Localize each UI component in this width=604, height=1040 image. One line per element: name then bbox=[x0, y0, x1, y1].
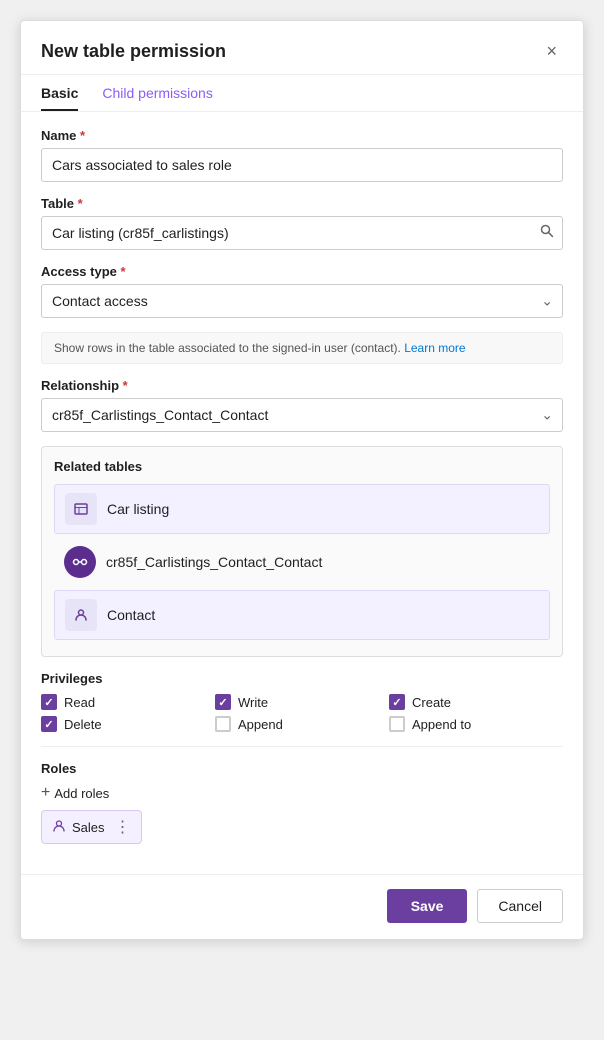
add-roles-plus-icon: + bbox=[41, 784, 50, 802]
append-to-checkbox[interactable] bbox=[389, 716, 405, 732]
add-roles-button[interactable]: + Add roles bbox=[41, 784, 109, 802]
contact-icon bbox=[65, 599, 97, 631]
privilege-read: Read bbox=[41, 694, 215, 710]
relationship-select-wrapper: cr85f_Carlistings_Contact_Contact ⌄ bbox=[41, 398, 563, 432]
related-tables-box: Related tables Car listing bbox=[41, 446, 563, 657]
tab-bar: Basic Child permissions bbox=[21, 75, 583, 112]
cancel-button[interactable]: Cancel bbox=[477, 889, 563, 923]
modal-footer: Save Cancel bbox=[21, 874, 583, 939]
name-input[interactable] bbox=[41, 148, 563, 182]
related-table-contact: Contact bbox=[54, 590, 550, 640]
relationship-table-label: cr85f_Carlistings_Contact_Contact bbox=[106, 554, 322, 570]
read-label: Read bbox=[64, 695, 95, 710]
name-required: * bbox=[80, 128, 85, 143]
access-type-required: * bbox=[121, 264, 126, 279]
modal-body: Name * Table * bbox=[21, 112, 583, 874]
save-button[interactable]: Save bbox=[387, 889, 468, 923]
access-type-label: Access type * bbox=[41, 264, 563, 279]
privileges-grid: Read Write Create Delete Append bbox=[41, 694, 563, 732]
relationship-required: * bbox=[123, 378, 128, 393]
roles-section: Roles + Add roles Sales ⋮ bbox=[41, 761, 563, 844]
car-listing-table-icon bbox=[65, 493, 97, 525]
car-listing-label: Car listing bbox=[107, 501, 169, 517]
roles-list: Sales ⋮ bbox=[41, 810, 563, 844]
name-group: Name * bbox=[41, 128, 563, 182]
access-type-info: Show rows in the table associated to the… bbox=[41, 332, 563, 364]
relationship-icon bbox=[64, 546, 96, 578]
role-menu-icon[interactable]: ⋮ bbox=[115, 817, 131, 837]
name-label: Name * bbox=[41, 128, 563, 143]
append-checkbox[interactable] bbox=[215, 716, 231, 732]
modal-header: New table permission × bbox=[21, 21, 583, 75]
modal-title: New table permission bbox=[41, 41, 226, 62]
table-search-icon[interactable] bbox=[539, 223, 555, 243]
privilege-delete: Delete bbox=[41, 716, 215, 732]
delete-checkbox[interactable] bbox=[41, 716, 57, 732]
roles-title: Roles bbox=[41, 761, 563, 776]
role-chip-sales: Sales ⋮ bbox=[41, 810, 142, 844]
table-required: * bbox=[78, 196, 83, 211]
role-person-icon bbox=[52, 819, 66, 836]
privilege-append-to: Append to bbox=[389, 716, 563, 732]
learn-more-link[interactable]: Learn more bbox=[404, 341, 465, 355]
privileges-section: Privileges Read Write Create Delete bbox=[41, 671, 563, 732]
write-checkbox[interactable] bbox=[215, 694, 231, 710]
write-label: Write bbox=[238, 695, 268, 710]
access-type-select-wrapper: Contact access ⌄ bbox=[41, 284, 563, 318]
table-input-wrapper bbox=[41, 216, 563, 250]
table-label: Table * bbox=[41, 196, 563, 211]
access-type-group: Access type * Contact access ⌄ bbox=[41, 264, 563, 318]
delete-label: Delete bbox=[64, 717, 102, 732]
append-label: Append bbox=[238, 717, 283, 732]
related-table-car-listing: Car listing bbox=[54, 484, 550, 534]
privilege-create: Create bbox=[389, 694, 563, 710]
relationship-label: Relationship * bbox=[41, 378, 563, 393]
tab-child-permissions[interactable]: Child permissions bbox=[102, 75, 212, 111]
read-checkbox[interactable] bbox=[41, 694, 57, 710]
access-type-select[interactable]: Contact access bbox=[41, 284, 563, 318]
close-button[interactable]: × bbox=[540, 39, 563, 64]
privilege-append: Append bbox=[215, 716, 389, 732]
privileges-title: Privileges bbox=[41, 671, 563, 686]
privilege-write: Write bbox=[215, 694, 389, 710]
relationship-select[interactable]: cr85f_Carlistings_Contact_Contact bbox=[41, 398, 563, 432]
related-table-relationship: cr85f_Carlistings_Contact_Contact bbox=[54, 538, 550, 586]
role-sales-label: Sales bbox=[72, 820, 105, 835]
divider bbox=[41, 746, 563, 747]
table-group: Table * bbox=[41, 196, 563, 250]
append-to-label: Append to bbox=[412, 717, 471, 732]
add-roles-label: Add roles bbox=[54, 786, 109, 801]
tab-basic[interactable]: Basic bbox=[41, 75, 78, 111]
create-checkbox[interactable] bbox=[389, 694, 405, 710]
relationship-group: Relationship * cr85f_Carlistings_Contact… bbox=[41, 378, 563, 432]
related-tables-title: Related tables bbox=[54, 459, 550, 474]
contact-label: Contact bbox=[107, 607, 155, 623]
modal: New table permission × Basic Child permi… bbox=[20, 20, 584, 940]
table-input[interactable] bbox=[41, 216, 563, 250]
create-label: Create bbox=[412, 695, 451, 710]
